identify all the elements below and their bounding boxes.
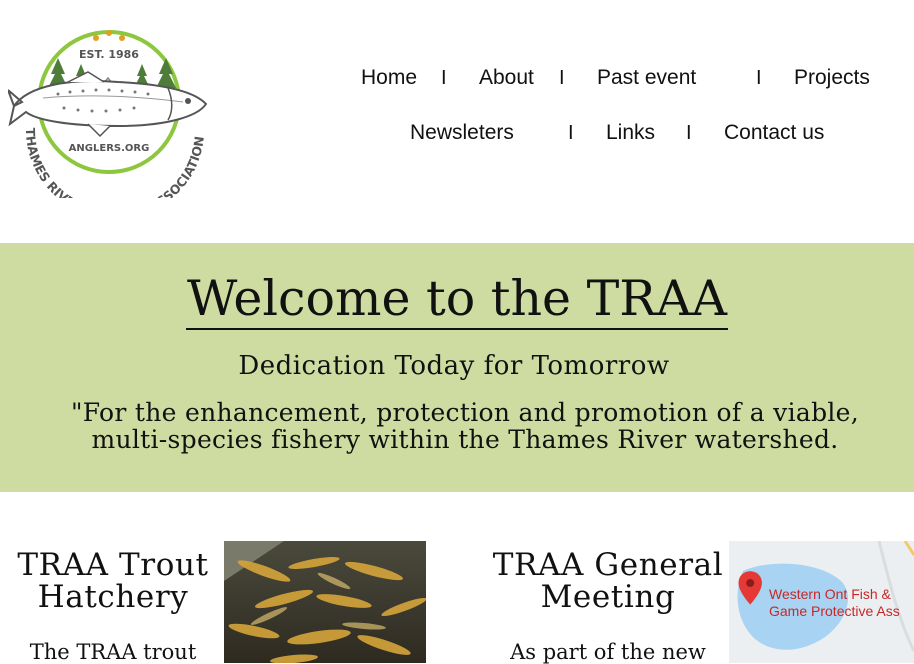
hatchery-trout-photo[interactable]: [224, 541, 426, 663]
welcome-banner: Welcome to the TRAA Dedication Today for…: [0, 243, 914, 492]
tagline: Dedication Today for Tomorrow: [238, 351, 670, 381]
nav-home[interactable]: Home: [361, 66, 417, 90]
map-place-label-line-1: Western Ont Fish &: [769, 586, 891, 602]
nav-projects[interactable]: Projects: [794, 66, 870, 90]
welcome-title: Welcome to the TRAA: [0, 270, 914, 330]
meeting-title-line-1: TRAA General: [492, 547, 724, 583]
nav-separator: I: [756, 67, 762, 89]
hatchery-title-line-1: TRAA Trout: [17, 547, 209, 583]
map-place-label-line-2: Game Protective Ass: [769, 603, 900, 619]
hatchery-title: TRAA Trout Hatchery: [8, 549, 218, 613]
mission-statement: "For the enhancement, protection and pro…: [40, 399, 890, 453]
nav-separator: I: [559, 67, 565, 89]
mission-line-2: multi-species fishery within the Thames …: [91, 425, 839, 454]
meeting-title-line-2: Meeting: [540, 579, 676, 615]
hatchery-title-line-2: Hatchery: [37, 579, 189, 615]
meeting-body: As part of the new: [510, 640, 706, 664]
meeting-title: TRAA General Meeting: [490, 549, 726, 613]
welcome-title-text: Welcome to the TRAA: [186, 270, 728, 330]
meeting-location-map[interactable]: Western Ont Fish & Game Protective Ass: [729, 541, 914, 663]
mission-line-1: "For the enhancement, protection and pro…: [70, 398, 860, 427]
main-nav: Home I About I Past event I Projects New…: [0, 0, 914, 240]
nav-separator: I: [441, 67, 447, 89]
map-place-label: Western Ont Fish & Game Protective Ass: [769, 586, 900, 620]
nav-separator: I: [568, 122, 574, 144]
nav-about[interactable]: About: [479, 66, 534, 90]
hatchery-body: The TRAA trout: [29, 640, 197, 664]
nav-separator: I: [686, 122, 692, 144]
nav-past-event[interactable]: Past event: [597, 66, 696, 90]
nav-newsletters[interactable]: Newsleters: [410, 121, 514, 145]
nav-contact-us[interactable]: Contact us: [724, 121, 824, 145]
nav-links[interactable]: Links: [606, 121, 655, 145]
